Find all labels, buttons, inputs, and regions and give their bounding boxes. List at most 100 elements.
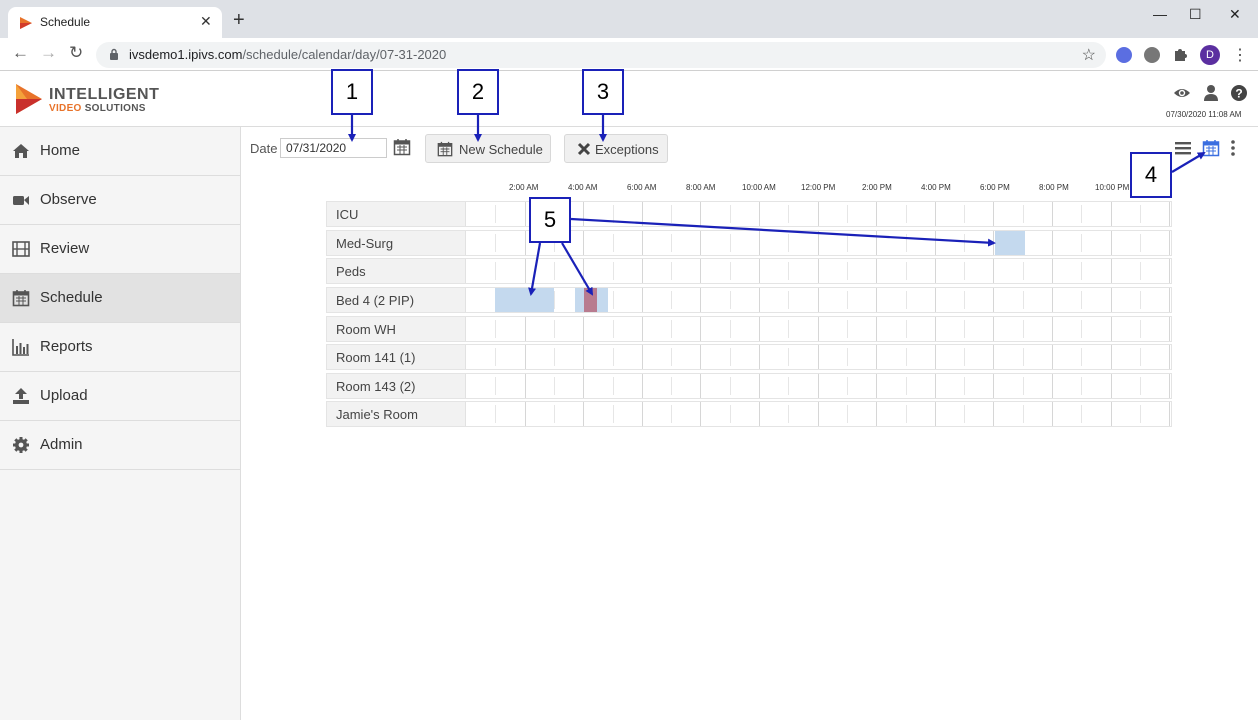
grid-line [730, 320, 731, 338]
browser-menu-icon[interactable]: ⋮ [1232, 45, 1248, 65]
date-picker-calendar-icon[interactable] [393, 138, 411, 156]
calendar-row-med-surg[interactable]: Med-Surg [326, 230, 1172, 256]
grid-line [906, 348, 907, 366]
calendar-row-jamies-room[interactable]: Jamie's Room [326, 401, 1172, 427]
grid-line [700, 288, 701, 312]
calendar-row-room-143[interactable]: Room 143 (2) [326, 373, 1172, 399]
exception-block[interactable] [584, 288, 597, 312]
grid-line [993, 259, 994, 283]
help-icon[interactable]: ? [1230, 84, 1248, 102]
new-tab-button[interactable]: + [233, 10, 245, 30]
calendar-row-bed-4[interactable]: Bed 4 (2 PIP) [326, 287, 1172, 313]
profile-avatar[interactable]: D [1200, 45, 1220, 65]
grid-line [906, 377, 907, 395]
tab-close-icon[interactable]: ✕ [200, 13, 212, 30]
grid-line [935, 345, 936, 369]
grid-line [906, 205, 907, 223]
grid-line [1140, 205, 1141, 223]
grid-line [730, 348, 731, 366]
minimize-button[interactable]: — [1153, 6, 1167, 22]
calendar-row-icu[interactable]: ICU [326, 201, 1172, 227]
extension-check-icon[interactable] [1116, 47, 1132, 63]
grid-line [964, 291, 965, 309]
grid-line [1169, 231, 1170, 255]
grid-line [642, 231, 643, 255]
grid-line [906, 262, 907, 280]
grid-line [495, 205, 496, 223]
grid-line [876, 374, 877, 398]
exceptions-button[interactable]: Exceptions [564, 134, 668, 163]
calendar-view-icon[interactable] [1202, 139, 1220, 157]
grid-line [613, 262, 614, 280]
time-label: 8:00 PM [1039, 183, 1069, 192]
grid-line [671, 320, 672, 338]
grid-line [1052, 402, 1053, 426]
grid-line [554, 377, 555, 395]
back-arrow-icon[interactable]: ← [12, 43, 29, 63]
reload-icon[interactable]: ↻ [69, 43, 83, 63]
grid-line [1111, 231, 1112, 255]
grid-line [1081, 348, 1082, 366]
sidebar-item-reports[interactable]: Reports [0, 323, 240, 372]
grid-line [1023, 291, 1024, 309]
eye-icon[interactable] [1173, 84, 1191, 102]
sidebar-item-upload[interactable]: Upload [0, 372, 240, 421]
grid-line [495, 405, 496, 423]
extension-gear-icon[interactable] [1144, 47, 1160, 63]
grid-line [700, 317, 701, 341]
schedule-block[interactable] [995, 231, 1025, 255]
more-options-icon[interactable] [1224, 139, 1242, 157]
calendar-row-room-wh[interactable]: Room WH [326, 316, 1172, 342]
grid-line [700, 374, 701, 398]
list-view-icon[interactable] [1174, 139, 1192, 157]
grid-line [964, 348, 965, 366]
sidebar-item-home[interactable]: Home [0, 127, 240, 176]
camera-icon [13, 196, 29, 205]
grid-line [1140, 291, 1141, 309]
extensions-puzzle-icon[interactable] [1172, 47, 1188, 63]
logo-text-video: VIDEO [49, 103, 82, 114]
grid-line [671, 405, 672, 423]
sidebar-item-admin[interactable]: Admin [0, 421, 240, 470]
close-window-button[interactable]: ✕ [1229, 6, 1241, 23]
grid-line [993, 231, 994, 255]
address-bar[interactable]: ivsdemo1.ipivs.com/schedule/calendar/day… [96, 42, 1106, 68]
forward-arrow-icon[interactable]: → [40, 43, 57, 63]
calendar-row-peds[interactable]: Peds [326, 258, 1172, 284]
grid-line [554, 348, 555, 366]
grid-line [583, 374, 584, 398]
grid-line [730, 205, 731, 223]
grid-line [613, 234, 614, 252]
grid-line [730, 262, 731, 280]
sidebar-item-review[interactable]: Review [0, 225, 240, 274]
calendar-row-room-141[interactable]: Room 141 (1) [326, 344, 1172, 370]
grid-line [1023, 262, 1024, 280]
grid-line [1023, 377, 1024, 395]
date-input[interactable] [280, 138, 387, 158]
time-label: 6:00 PM [980, 183, 1010, 192]
grid-line [759, 345, 760, 369]
user-icon[interactable] [1202, 84, 1220, 102]
time-label: 6:00 AM [627, 183, 657, 192]
grid-line [847, 262, 848, 280]
schedule-block[interactable] [495, 288, 554, 312]
grid-line [993, 374, 994, 398]
grid-line [788, 377, 789, 395]
bookmark-star-icon[interactable]: ☆ [1082, 45, 1096, 65]
grid-line [1111, 288, 1112, 312]
grid-line [964, 320, 965, 338]
browser-tab-schedule[interactable]: Schedule ✕ [8, 7, 222, 38]
grid-line [642, 202, 643, 226]
grid-line [525, 345, 526, 369]
grid-line [906, 405, 907, 423]
sidebar-item-observe[interactable]: Observe [0, 176, 240, 225]
grid-line [964, 405, 965, 423]
grid-line [1169, 345, 1170, 369]
sidebar-item-label: Upload [40, 387, 88, 404]
play-logo-icon [20, 17, 32, 29]
sidebar-item-schedule[interactable]: Schedule [0, 274, 240, 323]
new-schedule-button[interactable]: New Schedule [425, 134, 551, 163]
grid-line [1052, 345, 1053, 369]
sidebar-item-label: Observe [40, 191, 97, 208]
maximize-button[interactable]: ☐ [1189, 6, 1202, 23]
